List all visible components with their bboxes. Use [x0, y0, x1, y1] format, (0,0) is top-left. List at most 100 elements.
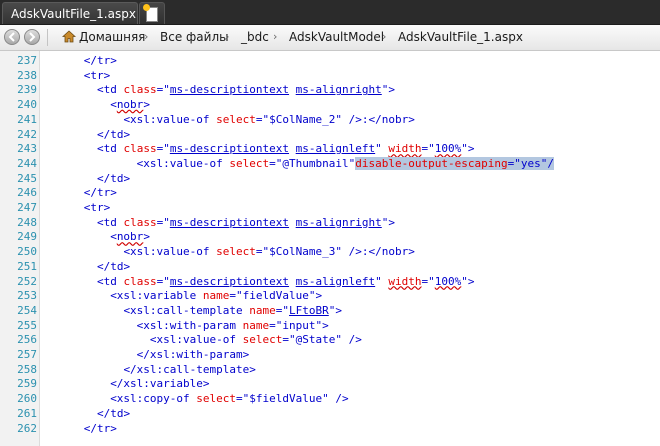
tag-token: </td> [96, 127, 131, 141]
code-line[interactable]: 257 </xsl:with-param> [0, 348, 660, 363]
tag-token: <xsl:variable [110, 289, 203, 303]
tag-token: " />:</nobr> [335, 112, 415, 126]
tag-token: =" [421, 142, 435, 156]
line-number: 256 [17, 333, 37, 347]
code-text: <td class="ms-descriptiontext ms-alignri… [97, 83, 395, 98]
code-text: </tr> [84, 186, 117, 201]
breadcrumb-item-model[interactable]: AdskVaultModel [289, 30, 384, 44]
code-line[interactable]: 253 <xsl:variable name="fieldValue"> [0, 289, 660, 304]
code-line[interactable]: 246 </tr> [0, 186, 660, 201]
attribute-token: class [123, 215, 157, 229]
value-token: fieldValue [242, 289, 309, 303]
back-button[interactable] [4, 29, 20, 45]
code-line[interactable]: 259 </xsl:variable> [0, 377, 660, 392]
tag-token: <xsl:with-param [136, 318, 243, 332]
code-line[interactable]: 237 </tr> [0, 54, 660, 69]
code-line[interactable]: 250 <xsl:value-of select="$ColName_3" />:… [0, 245, 660, 260]
value-token: yes [520, 156, 541, 170]
tag-token: =" [507, 156, 521, 170]
breadcrumb-item-bdc[interactable]: _bdc [241, 30, 269, 44]
line-number: 241 [17, 112, 37, 126]
line-number: 257 [17, 348, 37, 361]
new-tab-button[interactable] [139, 2, 165, 24]
attribute-token: class [123, 83, 157, 97]
code-line[interactable]: 261 </td> [0, 407, 660, 422]
breadcrumb-item-home[interactable]: Домашняя [79, 30, 145, 44]
tag-token: " /> [322, 392, 349, 406]
code-line[interactable]: 245 </td> [0, 172, 660, 187]
code-editor[interactable]: 237 </tr> 238 <tr> 239 <td class="ms-descript… [0, 51, 660, 446]
tag-token: =" [282, 333, 296, 347]
tag-token: </td> [96, 259, 131, 273]
line-number: 255 [17, 318, 37, 332]
value-token [289, 142, 296, 155]
code-line[interactable]: 247 <tr> [0, 201, 660, 216]
forward-button[interactable] [24, 29, 40, 45]
attribute-token: select [196, 392, 237, 406]
attribute-token: select [229, 156, 270, 170]
code-line[interactable]: 252 <td class="ms-descriptiontext ms-alig… [0, 275, 660, 290]
code-line[interactable]: 251 </td> [0, 260, 660, 275]
tag-token: "> [315, 318, 329, 332]
tag-token: <tr> [83, 68, 111, 82]
code-line[interactable]: 248 <td class="ms-descriptiontext ms-alig… [0, 216, 660, 231]
value-token: ms-descriptiontext [169, 83, 290, 97]
tag-token: " />:</nobr> [335, 245, 415, 259]
value-token: $ColName_3 [269, 245, 336, 259]
code-line[interactable]: 242 </td> [0, 128, 660, 143]
value-token: LFtoBR [289, 303, 329, 317]
tag-token: <td [96, 142, 124, 156]
code-text: <nobr> [110, 230, 150, 245]
breadcrumb-item-all-files[interactable]: Все файлы [160, 30, 229, 44]
tab-label: AdskVaultFile_1.aspx * [11, 7, 146, 21]
code-line[interactable]: 239 <td class="ms-descriptiontext ms-alig… [0, 83, 660, 98]
breadcrumb-item-file[interactable]: AdskVaultFile_1.aspx [398, 30, 523, 44]
tag-token: <xsl:value-of [123, 245, 217, 259]
tag-token: </td> [96, 406, 131, 420]
tag-token: =" [156, 83, 170, 97]
tag-token: <xsl:copy-of [110, 392, 197, 406]
code-line[interactable]: 256 <xsl:value-of select="@State" /> [0, 333, 660, 348]
tag-token: </tr> [83, 54, 117, 67]
code-text: </xsl:with-param> [137, 348, 250, 363]
tag-token: </tr> [83, 186, 117, 200]
forward-arrow-icon [29, 32, 36, 42]
code-text: </td> [97, 407, 130, 422]
line-number: 250 [17, 245, 37, 259]
chevron-right-icon: › [225, 30, 230, 43]
value-token: @Thumbnail [282, 156, 349, 170]
code-line[interactable]: 244 <xsl:value-of select="@Thumbnail"disa… [0, 156, 660, 172]
code-text: <xsl:variable name="fieldValue"> [110, 289, 322, 304]
tag-token: </xsl:call-template> [123, 362, 256, 376]
tag-token: =" [156, 274, 170, 288]
value-token: ms-descriptiontext [169, 142, 290, 156]
line-number: 239 [17, 83, 37, 97]
line-number: 251 [17, 259, 37, 273]
code-text: <xsl:value-of select="@State" /> [150, 333, 362, 348]
code-line[interactable]: 238 <tr> [0, 69, 660, 84]
tag-token: <td [96, 274, 124, 288]
line-number: 254 [17, 303, 37, 317]
code-line[interactable]: 240 <nobr> [0, 98, 660, 113]
code-line[interactable]: 255 <xsl:with-param name="input"> [0, 319, 660, 334]
value-token [289, 275, 296, 288]
code-line[interactable]: 258 </xsl:call-template> [0, 363, 660, 378]
attribute-token: name [249, 303, 276, 317]
code-text: <tr> [84, 69, 111, 84]
value-token: ms-descriptiontext [169, 274, 290, 288]
value-token: ms-alignright [295, 83, 382, 97]
code-line[interactable]: 262 </tr> [0, 422, 660, 437]
tag-token: <xsl:call-template [123, 303, 250, 317]
tag-token: =" [156, 215, 170, 229]
divider [47, 29, 48, 46]
line-number: 247 [17, 201, 37, 214]
tab-adskvaultfile[interactable]: AdskVaultFile_1.aspx * [2, 2, 146, 24]
code-line[interactable]: 249 <nobr> [0, 230, 660, 245]
value-token: ms-descriptiontext [169, 215, 290, 229]
code-line[interactable]: 260 <xsl:copy-of select="$fieldValue" /> [0, 392, 660, 407]
code-line[interactable]: 254 <xsl:call-template name="LFtoBR"> [0, 304, 660, 319]
code-line[interactable]: 241 <xsl:value-of select="$ColName_2" />:… [0, 113, 660, 128]
line-number: 252 [17, 274, 37, 288]
code-line[interactable]: 243 <td class="ms-descriptiontext ms-alig… [0, 142, 660, 157]
code-text: <td class="ms-descriptiontext ms-alignle… [97, 275, 475, 290]
